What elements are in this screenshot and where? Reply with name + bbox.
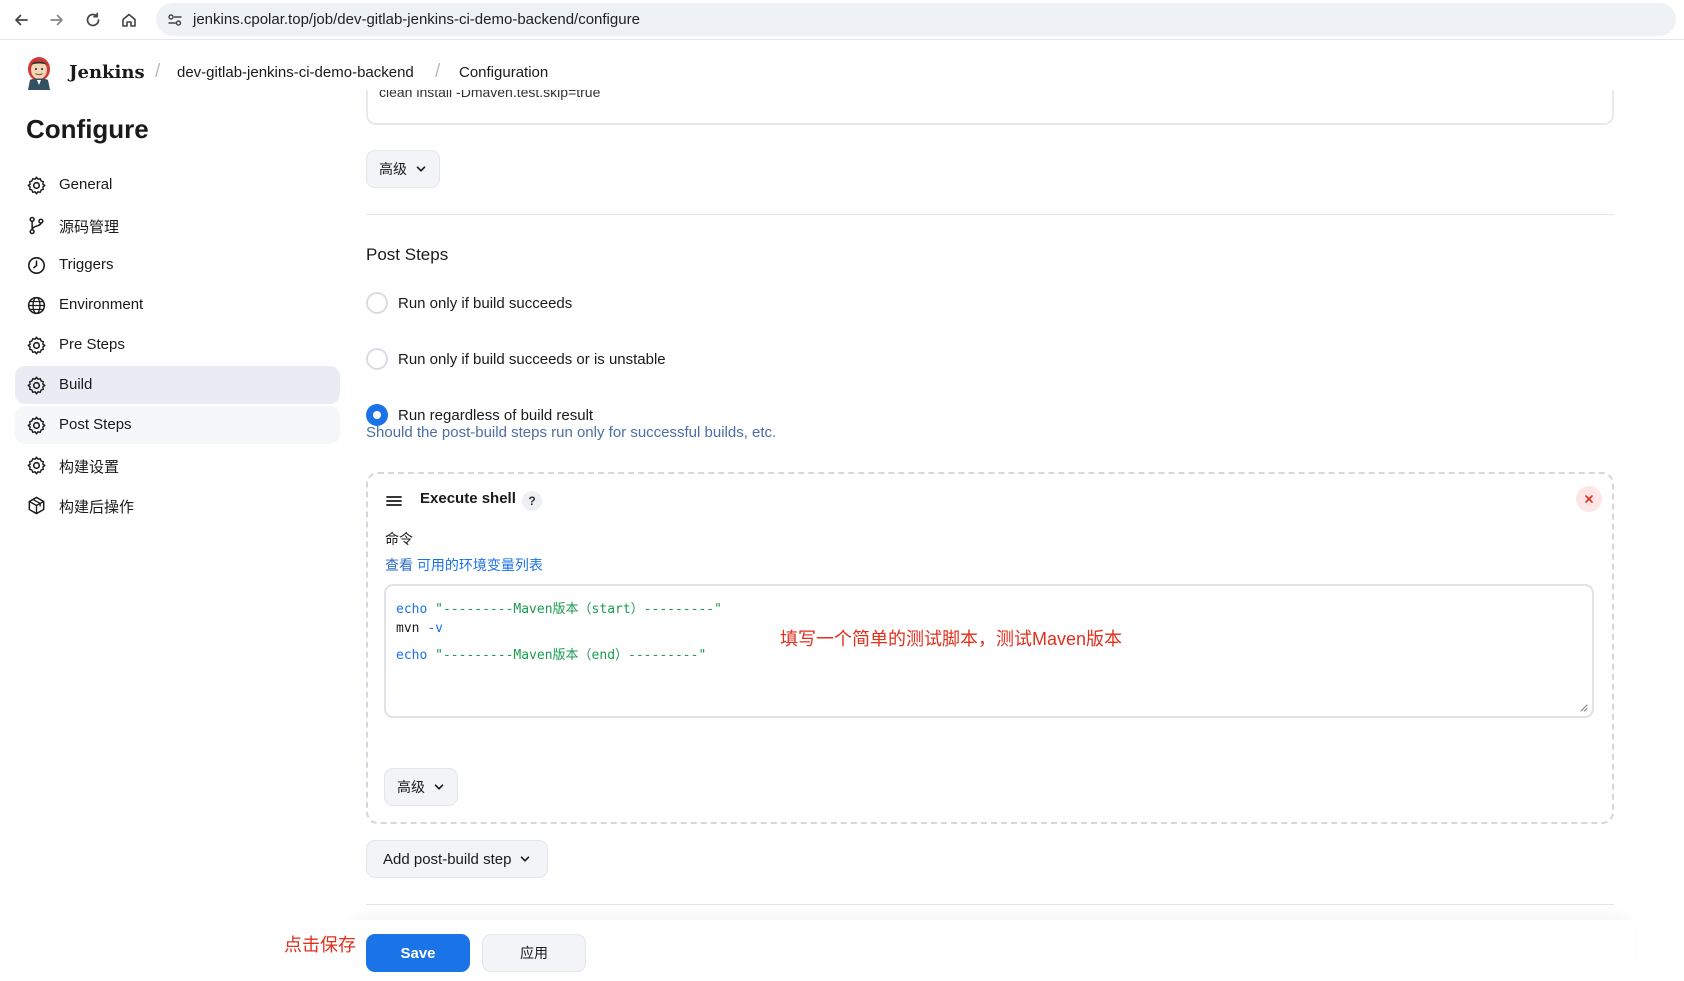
annotation-save-note: 点击保存 <box>284 935 356 955</box>
help-icon[interactable]: ? <box>522 491 542 511</box>
sidebar-item-label: 源码管理 <box>59 219 120 236</box>
radio-label: Run only if build succeeds or is unstabl… <box>398 350 666 368</box>
breadcrumb-separator: / <box>435 61 441 82</box>
apply-button[interactable]: 应用 <box>482 934 586 972</box>
execute-shell-title: Execute shell <box>420 490 516 507</box>
forward-icon[interactable] <box>44 7 70 33</box>
close-icon[interactable] <box>1576 486 1602 512</box>
package-icon <box>26 495 47 516</box>
site-settings-icon[interactable] <box>164 9 186 31</box>
breadcrumb-job[interactable]: dev-gitlab-jenkins-ci-demo-backend <box>177 64 414 81</box>
jenkins-brand[interactable]: Jenkins <box>69 62 145 83</box>
section-divider <box>366 214 1614 215</box>
radio-label: Run only if build succeeds <box>398 294 573 312</box>
breadcrumb-separator: / <box>155 61 161 82</box>
maven-goals-value: clean install -Dmaven.test.skip=true <box>379 90 601 100</box>
advanced-button[interactable]: 高级 <box>366 150 440 188</box>
radio-button-checked[interactable] <box>366 404 388 426</box>
sidebar-item-build-settings[interactable]: 构建设置 <box>15 446 340 484</box>
sidebar-item-label: Build <box>59 376 93 393</box>
env-vars-line: 查看 可用的环境变量列表 <box>385 555 543 575</box>
post-steps-help-text: Should the post-build steps run only for… <box>366 424 777 441</box>
code-line: mvn -v <box>396 621 443 636</box>
radio-button[interactable] <box>366 292 388 314</box>
gear-icon <box>26 375 47 396</box>
page-title: Configure <box>26 114 149 144</box>
sidebar-item-build[interactable]: Build <box>15 366 340 404</box>
sidebar-item-label: Triggers <box>59 256 114 273</box>
section-divider <box>366 904 1614 905</box>
sidebar-item-source-control[interactable]: 源码管理 <box>15 206 340 244</box>
code-line: echo "---------Maven版本（start）---------" <box>396 602 722 617</box>
chevron-down-icon <box>434 784 444 790</box>
sidebar-item-post-steps[interactable]: Post Steps <box>15 406 340 444</box>
env-vars-prefix: 查看 <box>385 557 413 573</box>
sidebar-item-pre-steps[interactable]: Pre Steps <box>15 326 340 364</box>
gear-icon <box>26 175 47 196</box>
maven-goals-input[interactable]: clean install -Dmaven.test.skip=true <box>366 90 1614 125</box>
address-bar[interactable]: jenkins.cpolar.top/job/dev-gitlab-jenkin… <box>156 3 1676 36</box>
resize-grip-icon[interactable] <box>1578 702 1588 712</box>
browser-toolbar: jenkins.cpolar.top/job/dev-gitlab-jenkin… <box>0 0 1684 40</box>
sidebar-item-post-build-actions[interactable]: 构建后操作 <box>15 486 340 524</box>
sidebar-item-triggers[interactable]: Triggers <box>15 246 340 284</box>
globe-icon <box>26 295 47 316</box>
code-line: echo "---------Maven版本（end）---------" <box>396 648 707 663</box>
sidebar-item-label: Environment <box>59 296 144 313</box>
radio-label: Run regardless of build result <box>398 406 594 424</box>
home-icon[interactable] <box>116 7 142 33</box>
chevron-down-icon <box>416 166 426 172</box>
save-button[interactable]: Save <box>366 934 470 972</box>
advanced-label: 高级 <box>379 161 407 177</box>
advanced-label: 高级 <box>397 779 425 795</box>
branch-icon <box>26 215 47 236</box>
sidebar-item-label: 构建设置 <box>59 459 120 476</box>
radio-button[interactable] <box>366 348 388 370</box>
command-label: 命令 <box>385 531 413 547</box>
chevron-down-icon <box>521 856 530 862</box>
annotation-script-note: 填写一个简单的测试脚本，测试Maven版本 <box>780 629 1123 649</box>
env-vars-link[interactable]: 可用的环境变量列表 <box>417 557 543 573</box>
sidebar-item-label: 构建后操作 <box>59 499 135 516</box>
sidebar-item-label: Post Steps <box>59 416 132 433</box>
post-steps-title: Post Steps <box>366 245 449 264</box>
back-icon[interactable] <box>8 7 34 33</box>
gear-icon <box>26 455 47 476</box>
radio-run-regardless[interactable]: Run regardless of build result <box>366 404 593 426</box>
gear-icon <box>26 415 47 436</box>
clock-icon <box>26 255 47 276</box>
breadcrumb-configuration[interactable]: Configuration <box>459 64 548 81</box>
add-step-label: Add post-build step <box>383 850 512 868</box>
command-textarea[interactable]: echo "---------Maven版本（start）---------" … <box>384 584 1594 718</box>
radio-run-if-succeeds-or-unstable[interactable]: Run only if build succeeds or is unstabl… <box>366 348 666 370</box>
jenkins-logo-icon[interactable] <box>24 56 54 90</box>
gear-icon <box>26 335 47 356</box>
radio-run-if-succeeds[interactable]: Run only if build succeeds <box>366 292 572 314</box>
sidebar-item-general[interactable]: General <box>15 166 340 204</box>
add-post-build-step-button[interactable]: Add post-build step <box>366 840 549 878</box>
sidebar-item-environment[interactable]: Environment <box>15 286 340 324</box>
reload-icon[interactable] <box>80 7 106 33</box>
sidebar-item-label: General <box>59 176 113 193</box>
sidebar-item-label: Pre Steps <box>59 336 125 353</box>
drag-handle-icon[interactable] <box>385 493 403 509</box>
url-text[interactable]: jenkins.cpolar.top/job/dev-gitlab-jenkin… <box>193 11 640 28</box>
shell-advanced-button[interactable]: 高级 <box>384 768 458 806</box>
